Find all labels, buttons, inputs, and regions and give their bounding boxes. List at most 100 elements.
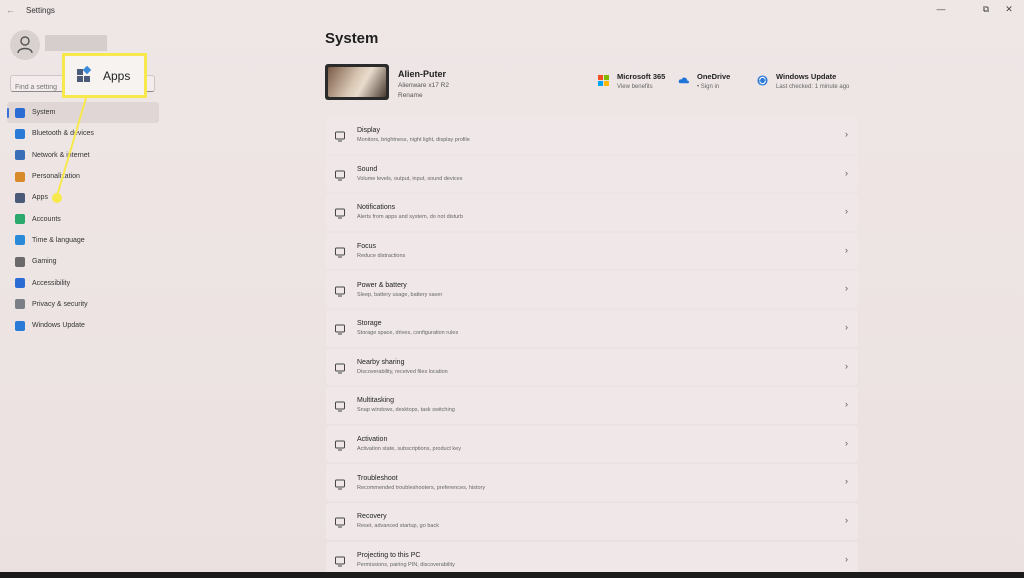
row-title: Nearby sharing xyxy=(357,358,405,366)
sidebar-item-accounts[interactable]: Accounts xyxy=(7,208,159,229)
row-title: Sound xyxy=(357,165,378,173)
row-subtitle: Monitors, brightness, night light, displ… xyxy=(357,137,470,144)
row-title: Multitasking xyxy=(357,397,394,405)
maximize-icon[interactable]: ⧉ xyxy=(975,2,997,16)
row-subtitle: Activation state, subscriptions, product… xyxy=(357,446,461,453)
sidebar-nav: System Bluetooth & devices Network & inter… xyxy=(7,102,159,336)
accessibility-icon xyxy=(15,278,25,289)
page-title: System xyxy=(325,30,379,47)
wifi-icon xyxy=(15,150,25,161)
settings-window: ← Settings — ⧉ ✕ System Bluetooth & devic… xyxy=(0,0,1024,578)
sidebar-item-label: Windows Update xyxy=(32,322,85,330)
status-title: Windows Update xyxy=(776,72,837,81)
title-bar: ← Settings — ⧉ ✕ xyxy=(0,0,1024,22)
status-microsoft-365[interactable]: Microsoft 365 View benefits xyxy=(598,72,665,90)
microsoft-logo-icon xyxy=(598,75,609,86)
apps-icon xyxy=(15,192,25,203)
row-subtitle: Permissions, pairing PIN, discoverabilit… xyxy=(357,561,455,568)
settings-row-focus[interactable]: Focus Reduce distractions › xyxy=(326,232,858,270)
row-title: Troubleshoot xyxy=(357,474,398,482)
sidebar-item-accessibility[interactable]: Accessibility xyxy=(7,272,159,293)
apps-callout: Apps xyxy=(62,53,147,98)
settings-row-display[interactable]: Display Monitors, brightness, night light… xyxy=(326,117,858,154)
rename-link[interactable]: Rename xyxy=(398,92,423,99)
status-sub: View benefits xyxy=(617,84,653,90)
brush-icon xyxy=(15,171,25,182)
settings-row-notifications[interactable]: Notifications Alerts from apps and system… xyxy=(326,194,858,231)
shield-icon xyxy=(15,299,25,310)
app-title: Settings xyxy=(26,6,55,15)
status-onedrive[interactable]: OneDrive • Sign in xyxy=(678,72,730,90)
row-title: Recovery xyxy=(357,513,387,521)
row-title: Activation xyxy=(357,436,388,444)
sidebar-item-label: Gaming xyxy=(32,258,57,266)
avatar[interactable] xyxy=(10,30,40,60)
bluetooth-icon xyxy=(15,128,25,139)
sidebar-item-gaming[interactable]: Gaming xyxy=(7,251,159,272)
username-redacted xyxy=(45,35,107,51)
sidebar-item-bluetooth-devices[interactable]: Bluetooth & devices xyxy=(7,123,159,144)
chevron-right-icon: › xyxy=(845,244,848,255)
globe-clock-icon xyxy=(15,235,25,246)
back-arrow-icon[interactable]: ← xyxy=(6,5,15,15)
focus-icon xyxy=(334,245,346,258)
display-icon xyxy=(334,129,346,142)
row-subtitle: Alerts from apps and system, do not dist… xyxy=(357,214,464,221)
sidebar-item-network-internet[interactable]: Network & internet xyxy=(7,145,159,166)
row-subtitle: Snap windows, desktops, task switching xyxy=(357,407,455,414)
sidebar-item-label: Network & internet xyxy=(32,151,90,159)
settings-row-sound[interactable]: Sound Volume levels, output, input, sound… xyxy=(326,155,858,193)
settings-row-activation[interactable]: Activation Activation state, subscription… xyxy=(326,425,858,463)
status-sub: • Sign in xyxy=(697,84,720,90)
sidebar-item-windows-update[interactable]: Windows Update xyxy=(7,315,159,336)
chevron-right-icon: › xyxy=(845,399,848,410)
row-subtitle: Recommended troubleshooters, preferences… xyxy=(357,484,486,491)
taskbar-edge xyxy=(0,572,1024,578)
row-subtitle: Discoverability, received files location xyxy=(357,368,448,375)
sidebar-item-privacy-security[interactable]: Privacy & security xyxy=(7,294,159,315)
minimize-icon[interactable]: — xyxy=(930,2,952,16)
chevron-right-icon: › xyxy=(845,129,848,139)
sidebar-item-label: Privacy & security xyxy=(32,300,88,308)
settings-row-power-battery[interactable]: Power & battery Sleep, battery usage, bat… xyxy=(326,271,858,308)
device-model: Alienware x17 R2 xyxy=(398,82,449,89)
controller-icon xyxy=(15,256,25,267)
cloud-icon xyxy=(678,77,689,84)
chevron-right-icon: › xyxy=(845,476,848,487)
storage-icon xyxy=(334,322,346,335)
power-icon xyxy=(334,284,346,297)
sidebar-item-time-language[interactable]: Time & language xyxy=(7,230,159,251)
chevron-right-icon: › xyxy=(845,360,848,371)
sidebar-item-apps[interactable]: Apps xyxy=(7,187,159,208)
row-subtitle: Volume levels, output, input, sound devi… xyxy=(357,175,463,182)
row-title: Focus xyxy=(357,243,377,251)
status-windows-update[interactable]: Windows Update Last checked: 1 minute ag… xyxy=(757,72,849,90)
row-title: Power & battery xyxy=(357,281,407,289)
sidebar-item-label: System xyxy=(32,109,56,117)
chevron-right-icon: › xyxy=(845,437,848,448)
settings-row-nearby-sharing[interactable]: Nearby sharing Discoverability, received … xyxy=(326,348,858,386)
sidebar-item-system[interactable]: System xyxy=(7,102,159,124)
settings-row-recovery[interactable]: Recovery Reset, advanced startup, go back… xyxy=(326,502,858,540)
row-title: Storage xyxy=(357,320,382,328)
multitask-icon xyxy=(334,399,346,412)
settings-row-storage[interactable]: Storage Storage space, drives, configurat… xyxy=(326,309,858,347)
device-name: Alien-Puter xyxy=(398,69,447,79)
sidebar-item-label: Time & language xyxy=(32,236,85,244)
recovery-icon xyxy=(334,515,346,528)
device-thumbnail xyxy=(325,64,389,100)
sidebar-item-label: Apps xyxy=(32,194,48,202)
bell-icon xyxy=(334,206,346,219)
settings-row-multitasking[interactable]: Multitasking Snap windows, desktops, task… xyxy=(326,387,858,424)
row-title: Notifications xyxy=(357,204,396,212)
settings-row-troubleshoot[interactable]: Troubleshoot Recommended troubleshooters,… xyxy=(326,464,858,501)
sidebar-item-label: Accessibility xyxy=(32,279,71,287)
check-circle-icon xyxy=(334,438,346,451)
row-title: Projecting to this PC xyxy=(357,551,421,559)
wrench-icon xyxy=(334,477,346,490)
close-icon[interactable]: ✕ xyxy=(998,2,1020,16)
row-subtitle: Sleep, battery usage, battery saver xyxy=(357,291,443,298)
chevron-right-icon: › xyxy=(845,321,848,332)
sidebar-item-personalization[interactable]: Personalization xyxy=(7,166,159,187)
sync-icon xyxy=(757,75,768,86)
